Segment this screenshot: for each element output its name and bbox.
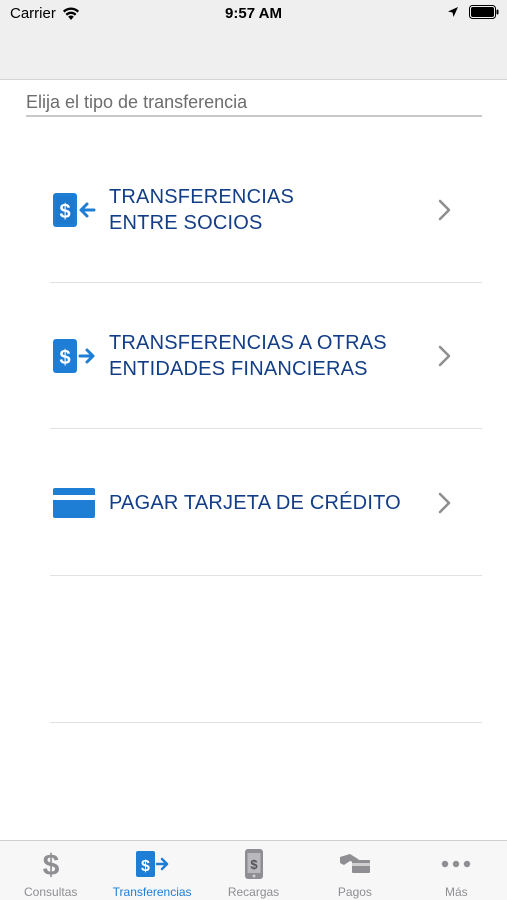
tab-recargas[interactable]: $ Recargas bbox=[203, 841, 304, 900]
tab-transferencias[interactable]: $ Transferencias bbox=[101, 841, 202, 900]
tab-consultas[interactable]: $ Consultas bbox=[0, 841, 101, 900]
tab-label: Más bbox=[444, 885, 468, 899]
tab-pagos[interactable]: Pagos bbox=[304, 841, 405, 900]
chevron-right-icon bbox=[430, 488, 460, 518]
option-transfer-other-institutions[interactable]: $ TRANSFERENCIAS A OTRAS ENTIDADES FINAN… bbox=[50, 283, 482, 429]
svg-text:$: $ bbox=[141, 858, 150, 875]
tab-label: Transferencias bbox=[112, 885, 192, 899]
svg-text:$: $ bbox=[250, 857, 258, 872]
svg-text:$: $ bbox=[59, 201, 70, 223]
svg-text:$: $ bbox=[59, 347, 70, 369]
credit-card-icon bbox=[52, 483, 102, 523]
svg-text:$: $ bbox=[42, 849, 59, 879]
tab-mas[interactable]: Más bbox=[406, 841, 507, 900]
empty-row bbox=[50, 577, 482, 723]
dollar-icon: $ bbox=[40, 848, 62, 880]
more-icon bbox=[441, 848, 471, 880]
dollar-transfer-out-icon: $ bbox=[52, 336, 102, 376]
option-label: PAGAR TARJETA DE CRÉDITO bbox=[109, 490, 430, 516]
tab-label: Recargas bbox=[227, 885, 280, 899]
status-right bbox=[447, 5, 499, 19]
chevron-right-icon bbox=[430, 195, 460, 225]
option-label-line1: TRANSFERENCIAS A OTRAS bbox=[109, 331, 387, 354]
option-label-line2: ENTRE SOCIOS bbox=[109, 211, 263, 234]
dollar-transfer-in-icon: $ bbox=[52, 190, 102, 230]
location-arrow-icon bbox=[448, 7, 458, 17]
tab-label: Consultas bbox=[24, 885, 78, 899]
option-label-line2: ENTIDADES FINANCIERAS bbox=[109, 357, 368, 380]
status-bar: Carrier 9:57 AM bbox=[0, 0, 507, 80]
option-label: TRANSFERENCIAS ENTRE SOCIOS bbox=[109, 184, 430, 236]
option-label-line1: PAGAR TARJETA DE CRÉDITO bbox=[109, 491, 401, 514]
phone-recharge-icon: $ bbox=[244, 848, 264, 880]
transfer-icon: $ bbox=[135, 848, 169, 880]
clock: 9:57 AM bbox=[225, 5, 282, 22]
chevron-right-icon bbox=[430, 341, 460, 371]
tab-label: Pagos bbox=[337, 885, 372, 899]
transfer-type-prompt: Elija el tipo de transferencia bbox=[26, 92, 482, 117]
payment-hand-icon bbox=[338, 848, 372, 880]
option-label-line1: TRANSFERENCIAS bbox=[109, 185, 295, 208]
option-pay-credit-card[interactable]: PAGAR TARJETA DE CRÉDITO bbox=[50, 430, 482, 576]
option-label: TRANSFERENCIAS A OTRAS ENTIDADES FINANCI… bbox=[109, 330, 430, 382]
tab-bar: $ Consultas $ Transferencias $ Recargas bbox=[0, 840, 507, 900]
battery-icon bbox=[469, 5, 499, 19]
option-transfer-between-members[interactable]: $ TRANSFERENCIAS ENTRE SOCIOS bbox=[50, 137, 482, 283]
